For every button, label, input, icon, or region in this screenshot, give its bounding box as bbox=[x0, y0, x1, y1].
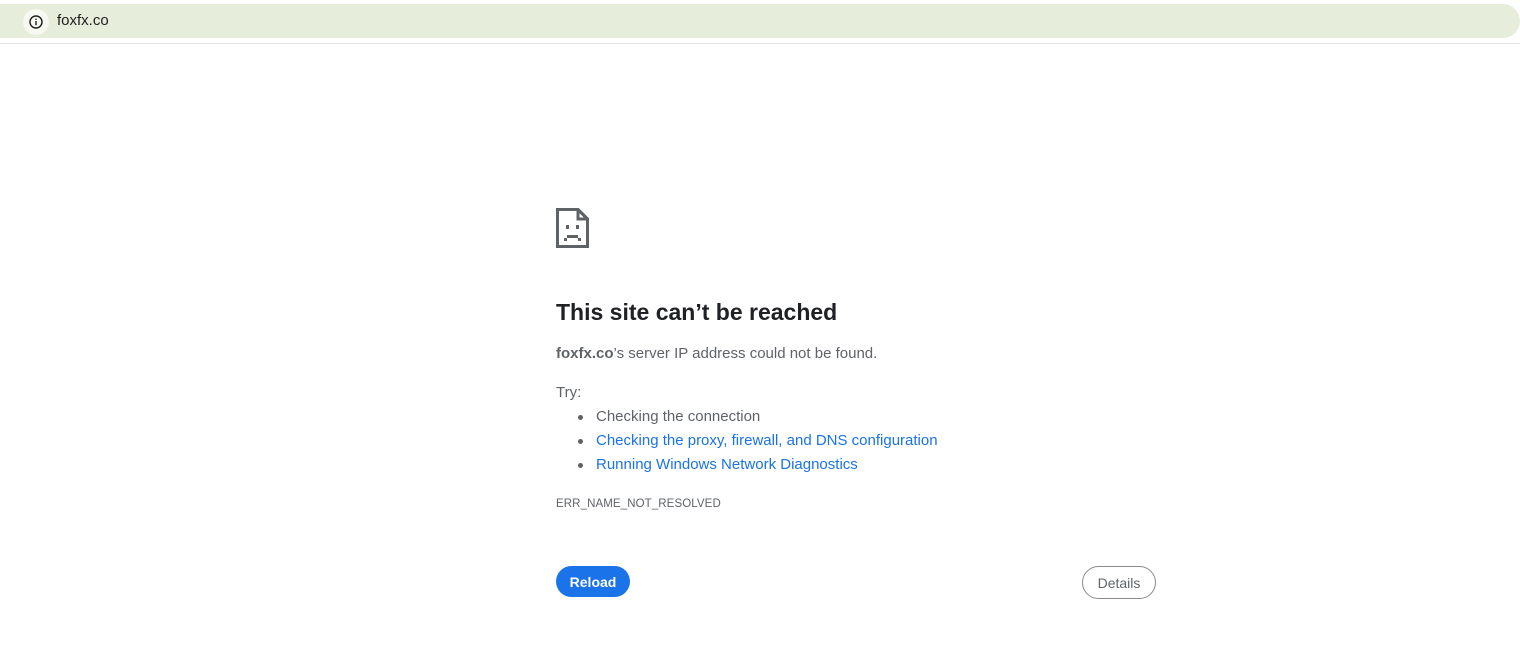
error-summary-text: ’s server IP address could not be found. bbox=[613, 345, 878, 362]
list-item: Checking the proxy, firewall, and DNS co… bbox=[556, 429, 938, 453]
error-page: This site can’t be reached foxfx.co’s se… bbox=[556, 0, 1156, 654]
error-summary: foxfx.co’s server IP address could not b… bbox=[556, 344, 877, 364]
error-code: ERR_NAME_NOT_RESOLVED bbox=[556, 498, 721, 510]
suggestion-check-connection: Checking the connection bbox=[596, 408, 761, 425]
suggestions-list: Checking the connection Checking the pro… bbox=[556, 405, 938, 477]
reload-button[interactable]: Reload bbox=[556, 566, 630, 597]
list-item: Checking the connection bbox=[556, 405, 938, 429]
suggestion-network-diagnostics-link[interactable]: Running Windows Network Diagnostics bbox=[596, 456, 858, 473]
details-button[interactable]: Details bbox=[1082, 566, 1156, 599]
suggestion-proxy-firewall-dns-link[interactable]: Checking the proxy, firewall, and DNS co… bbox=[596, 432, 938, 449]
try-label: Try: bbox=[556, 384, 582, 401]
error-host: foxfx.co bbox=[556, 345, 614, 362]
error-heading: This site can’t be reached bbox=[556, 299, 838, 325]
sad-page-icon bbox=[556, 208, 589, 248]
list-item: Running Windows Network Diagnostics bbox=[556, 453, 938, 477]
bullet-icon bbox=[578, 415, 583, 420]
bullet-icon bbox=[578, 463, 583, 468]
info-circle-icon[interactable] bbox=[23, 9, 49, 35]
bullet-icon bbox=[578, 439, 583, 444]
address-url[interactable]: foxfx.co bbox=[57, 12, 109, 30]
